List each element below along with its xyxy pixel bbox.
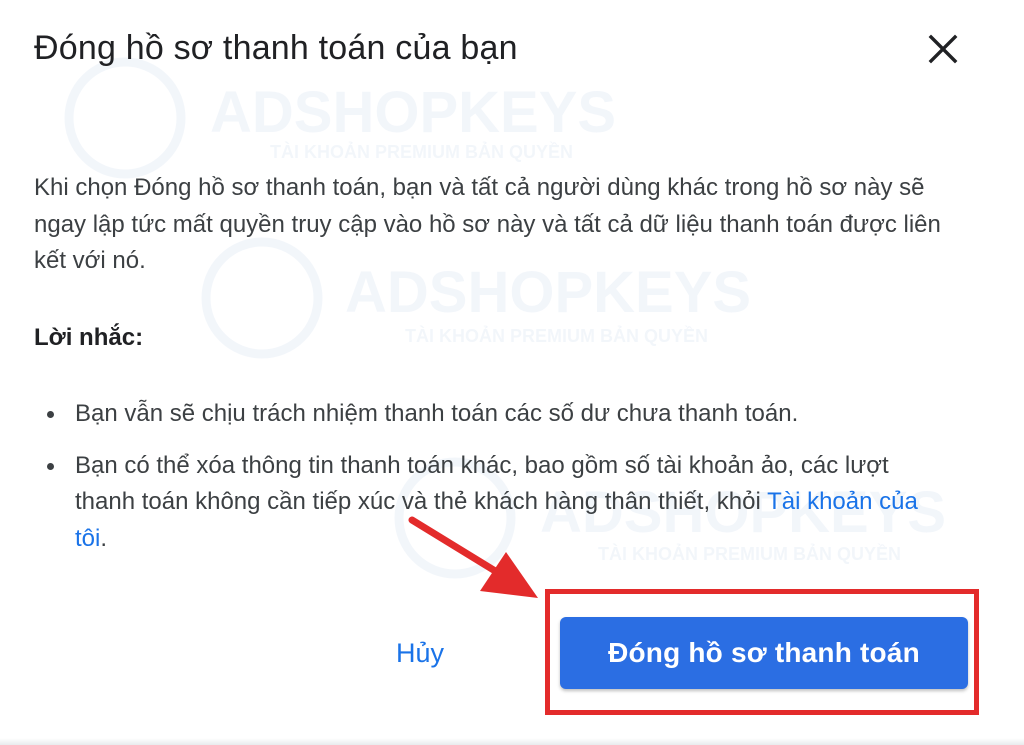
reminder-list: Bạn vẫn sẽ chịu trách nhiệm thanh toán c…: [34, 396, 954, 572]
dialog-bottom-edge: [0, 738, 1024, 745]
dialog-description: Khi chọn Đóng hồ sơ thanh toán, bạn và t…: [34, 174, 941, 274]
close-payments-profile-button[interactable]: Đóng hồ sơ thanh toán: [560, 617, 968, 689]
reminder-heading: Lời nhắc:: [34, 324, 144, 351]
watermark-brand-1: ADSHOPKEYS: [210, 80, 616, 145]
dialog-title: Đóng hồ sơ thanh toán của bạn: [34, 29, 518, 67]
close-payments-profile-dialog: ADSHOPKEYS TÀI KHOẢN PREMIUM BẢN QUYỀN A…: [0, 0, 1024, 745]
watermark-tagline-2: TÀI KHOẢN PREMIUM BẢN QUYỀN: [405, 325, 708, 346]
close-icon: [928, 34, 958, 64]
bullet-dot: [47, 411, 54, 418]
bullet-dot: [47, 462, 54, 470]
cancel-button[interactable]: Hủy: [372, 626, 468, 680]
close-button[interactable]: [918, 26, 968, 72]
reminder-item: Bạn vẫn sẽ chịu trách nhiệm thanh toán c…: [34, 396, 954, 433]
reminder-item-text: Bạn vẫn sẽ chịu trách nhiệm thanh toán c…: [75, 400, 799, 427]
reminder-item-suffix: .: [100, 524, 108, 552]
reminder-item: Bạn có thể xóa thông tin thanh toán khác…: [34, 448, 954, 558]
watermark-tagline-1: TÀI KHOẢN PREMIUM BẢN QUYỀN: [270, 141, 573, 162]
